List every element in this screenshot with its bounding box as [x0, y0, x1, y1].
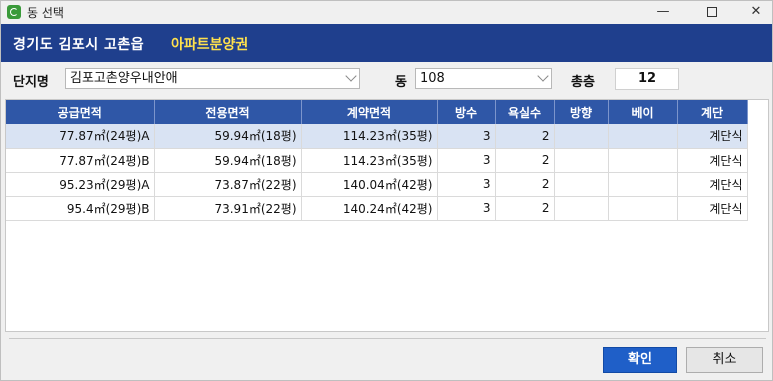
column-header[interactable]: 계약면적	[301, 100, 438, 124]
table-cell: 계단식	[677, 148, 748, 173]
maximize-icon	[707, 6, 717, 17]
table-cell: 2	[495, 196, 555, 221]
table-cell: 3	[437, 148, 496, 173]
table-cell: 73.87㎡(22평)	[154, 172, 302, 197]
table-cell	[554, 196, 609, 221]
table-row[interactable]: 95.4㎡(29평)B 73.91㎡(22평) 140.24㎡(42평) 3 2…	[6, 196, 748, 221]
table-cell: 2	[495, 172, 555, 197]
app-icon	[7, 5, 21, 19]
table-cell: 73.91㎡(22평)	[154, 196, 302, 221]
table-cell: 77.87㎡(24평)B	[6, 148, 155, 173]
table-cell: 계단식	[677, 124, 748, 149]
chevron-down-icon	[537, 70, 549, 82]
maximize-button[interactable]	[697, 3, 727, 21]
table-cell: 59.94㎡(18평)	[154, 124, 302, 149]
close-button[interactable]: ✕	[741, 3, 771, 21]
table-cell: 114.23㎡(35평)	[301, 124, 438, 149]
footer-divider	[9, 338, 766, 339]
complex-select[interactable]: 김포고촌양우내안애	[65, 68, 360, 89]
location-banner: 경기도 김포시 고촌읍 아파트분양권	[1, 24, 772, 62]
column-header[interactable]: 계단	[677, 100, 748, 124]
chevron-down-icon	[345, 70, 357, 82]
banner-region: 경기도 김포시 고촌읍	[13, 37, 145, 53]
window-title: 동 선택	[27, 6, 64, 20]
table-cell: 2	[495, 124, 555, 149]
column-header[interactable]: 전용면적	[154, 100, 302, 124]
unit-type-table: 공급면적 전용면적 계약면적 방수 욕실수 방향 베이 계단 77.87㎡(24…	[6, 100, 748, 221]
column-header[interactable]: 방향	[554, 100, 609, 124]
table-cell: 140.04㎡(42평)	[301, 172, 438, 197]
table-cell	[554, 172, 609, 197]
title-bar: 동 선택 — ✕	[1, 1, 772, 24]
banner-category: 아파트분양권	[171, 37, 249, 53]
table-row[interactable]: 77.87㎡(24평)A 59.94㎡(18평) 114.23㎡(35평) 3 …	[6, 124, 748, 149]
table-cell: 3	[437, 124, 496, 149]
dialog-window: 동 선택 — ✕ 경기도 김포시 고촌읍 아파트분양권 단지명 김포고촌양우내안…	[0, 0, 773, 381]
table-cell: 140.24㎡(42평)	[301, 196, 438, 221]
column-header[interactable]: 베이	[608, 100, 678, 124]
column-header[interactable]: 방수	[437, 100, 496, 124]
table-cell	[608, 148, 678, 173]
table-cell	[554, 148, 609, 173]
cancel-button[interactable]: 취소	[686, 347, 763, 373]
table-cell: 77.87㎡(24평)A	[6, 124, 155, 149]
floors-field[interactable]: 12	[615, 68, 679, 90]
table-cell: 3	[437, 172, 496, 197]
table-cell	[608, 124, 678, 149]
table-cell: 3	[437, 196, 496, 221]
table-cell	[608, 196, 678, 221]
table-row[interactable]: 95.23㎡(29평)A 73.87㎡(22평) 140.04㎡(42평) 3 …	[6, 172, 748, 197]
column-header[interactable]: 공급면적	[6, 100, 155, 124]
unit-type-grid: 공급면적 전용면적 계약면적 방수 욕실수 방향 베이 계단 77.87㎡(24…	[5, 99, 769, 332]
table-cell: 계단식	[677, 172, 748, 197]
table-row[interactable]: 77.87㎡(24평)B 59.94㎡(18평) 114.23㎡(35평) 3 …	[6, 148, 748, 173]
table-cell: 95.23㎡(29평)A	[6, 172, 155, 197]
complex-label: 단지명	[13, 75, 49, 90]
column-header[interactable]: 욕실수	[495, 100, 555, 124]
floors-label: 총층	[571, 75, 595, 90]
minimize-button[interactable]: —	[648, 3, 678, 21]
table-cell: 2	[495, 148, 555, 173]
table-header-row: 공급면적 전용면적 계약면적 방수 욕실수 방향 베이 계단	[6, 100, 748, 124]
table-cell: 59.94㎡(18평)	[154, 148, 302, 173]
ok-button[interactable]: 확인	[603, 347, 677, 373]
table-cell: 114.23㎡(35평)	[301, 148, 438, 173]
table-cell	[608, 172, 678, 197]
table-cell: 95.4㎡(29평)B	[6, 196, 155, 221]
table-cell	[554, 124, 609, 149]
complex-value: 김포고촌양우내안애	[70, 71, 178, 86]
building-select[interactable]: 108	[415, 68, 552, 89]
building-value: 108	[420, 71, 445, 86]
building-label: 동	[395, 75, 407, 90]
table-cell: 계단식	[677, 196, 748, 221]
